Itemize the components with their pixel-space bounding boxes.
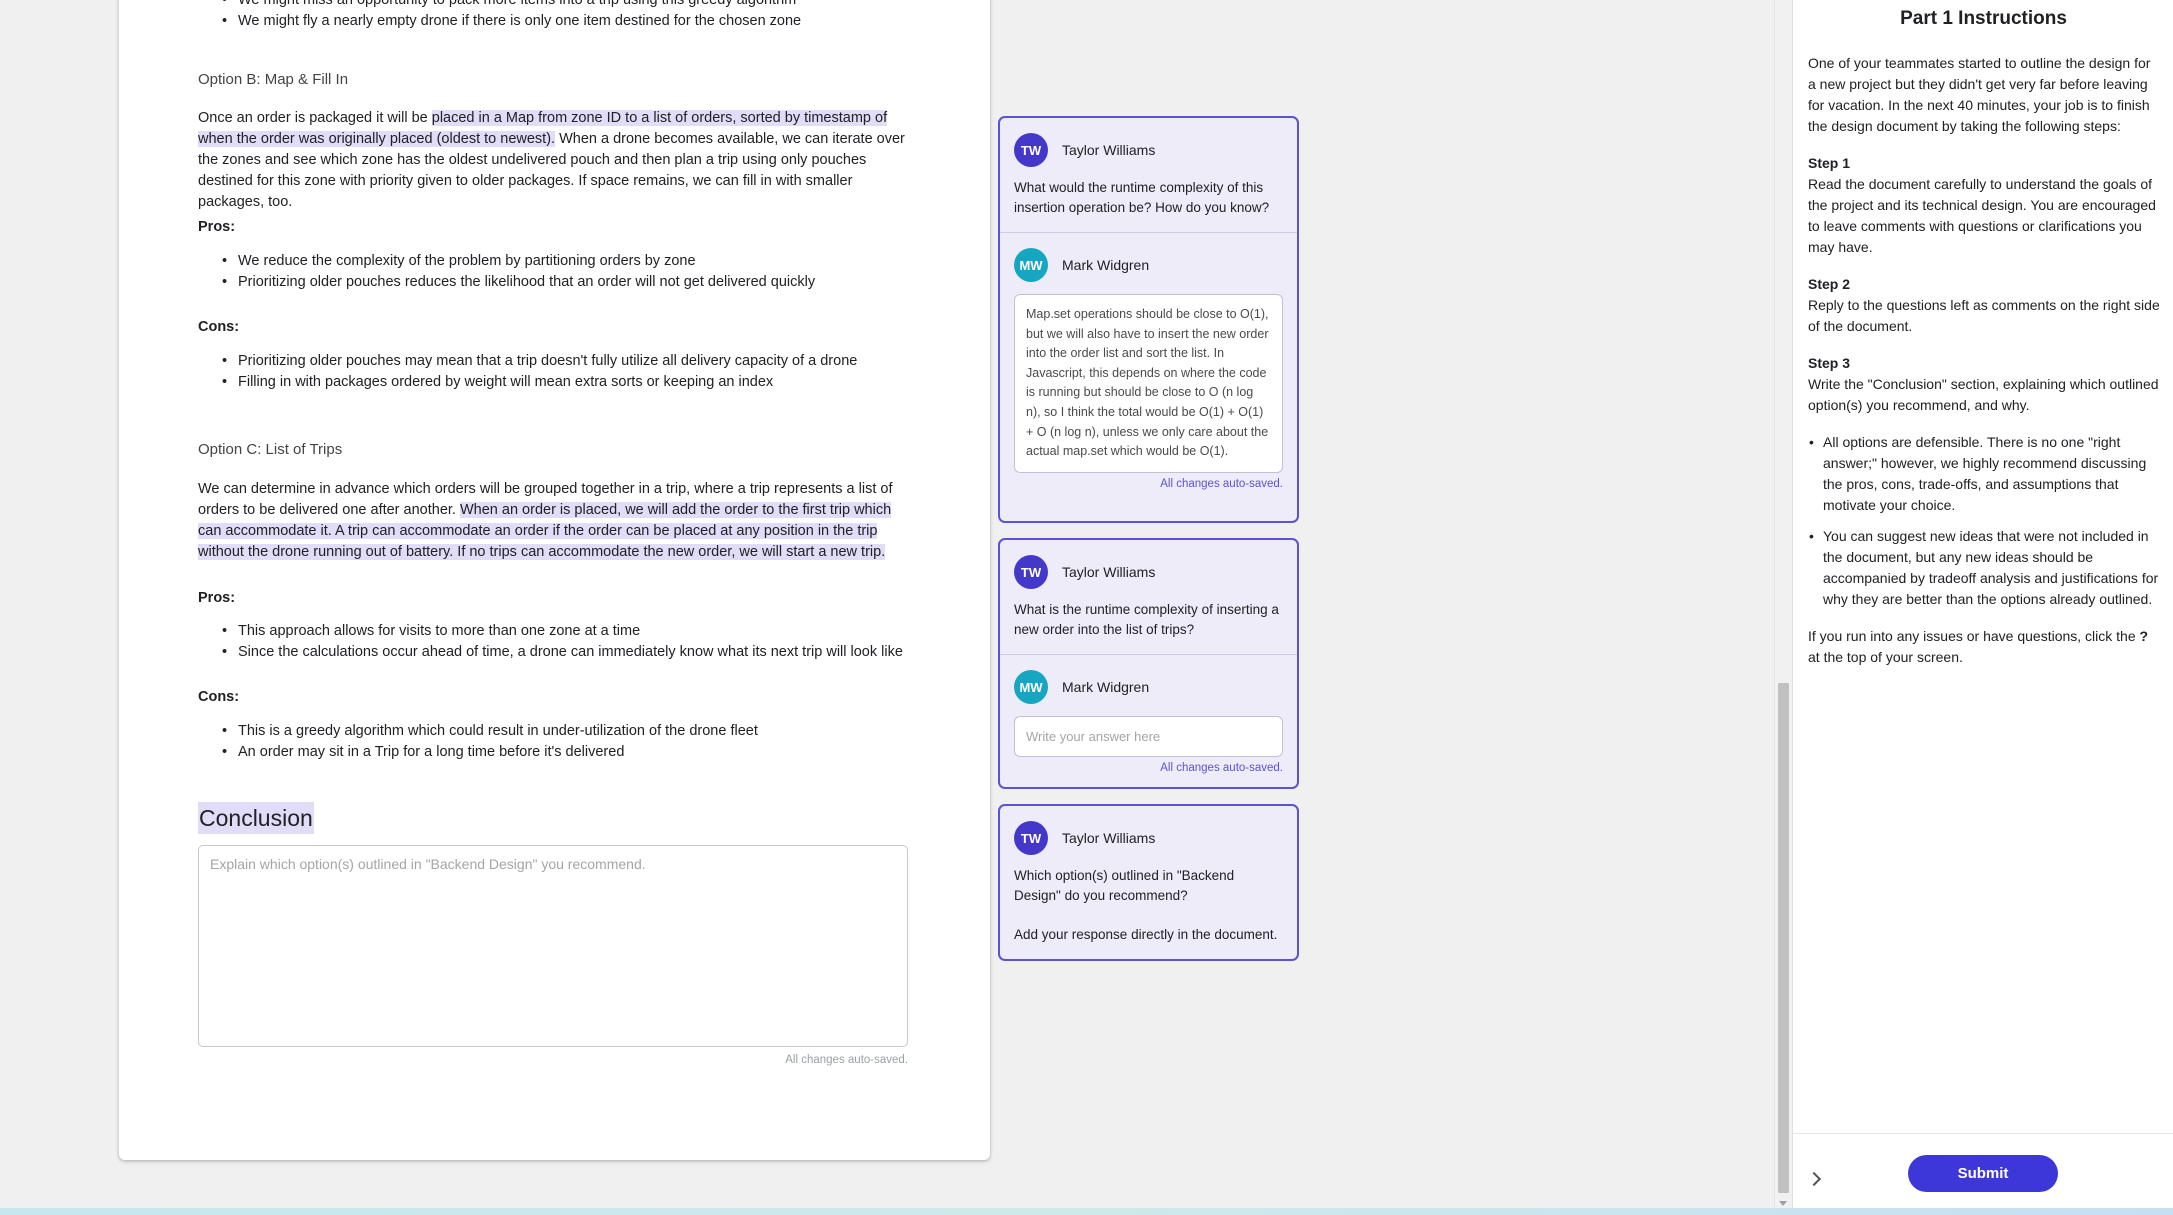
avatar: TW [1014,133,1048,167]
comment-author: Taylor Williams [1062,142,1156,158]
chevron-right-icon[interactable] [1806,1171,1822,1187]
help-text: If you run into any issues or have quest… [1808,628,2149,665]
list-item: We reduce the complexity of the problem … [198,251,908,272]
option-b-pros-list: We reduce the complexity of the problem … [198,251,908,293]
option-b-cons-list: Prioritizing older pouches may mean that… [198,351,908,393]
option-b-paragraph: Once an order is packaged it will be pla… [198,110,905,210]
option-c-paragraph: We can determine in advance which orders… [198,481,893,560]
avatar: MW [1014,248,1048,282]
option-c-pros-list: This approach allows for visits to more … [198,621,908,663]
list-item: We might fly a nearly empty drone if the… [198,11,908,32]
step-1-label: Step 1 [1808,155,1851,171]
step-2-label: Step 2 [1808,276,1851,292]
comment-thread-2[interactable]: TW Taylor Williams What is the runtime c… [998,538,1299,789]
reply-author: Mark Widgren [1062,257,1150,273]
comment-note: Add your response directly in the docume… [1014,927,1278,942]
list-item: You can suggest new ideas that were not … [1808,526,2160,610]
autosave-status: All changes auto-saved. [1160,477,1283,490]
list-item: We might miss an opportunity to pack mor… [198,0,908,11]
comment-header: TW Taylor Williams [1000,821,1297,855]
design-document: We might miss an opportunity to pack mor… [119,0,990,1160]
option-c-title: Option C: List of Trips [198,441,343,458]
option-b-pros-label: Pros: [198,219,236,235]
arrow-down-icon[interactable] [1779,1201,1787,1206]
option-c-cons-list: This is a greedy algorithm which could r… [198,721,908,763]
comment-thread-1[interactable]: TW Taylor Williams What would the runtim… [998,116,1299,523]
divider [1000,654,1297,655]
answer-field[interactable]: Map.set operations should be close to O(… [1014,294,1283,473]
comment-question: What would the runtime complexity of thi… [1014,180,1270,215]
avatar: TW [1014,555,1048,589]
list-item: An order may sit in a Trip for a long ti… [198,742,908,763]
help-icon: ? [2139,628,2149,644]
conclusion-heading-wrap: Conclusion [198,802,908,834]
autosave-status: All changes auto-saved. [1160,762,1283,774]
scrollbar[interactable] [1774,0,1791,1208]
list-item: This approach allows for visits to more … [198,621,908,642]
comment-header: TW Taylor Williams [1000,133,1297,167]
comment-question: Which option(s) outlined in "Backend Des… [1014,868,1235,903]
comment-author: Taylor Williams [1062,564,1156,580]
list-item: Since the calculations occur ahead of ti… [198,642,908,663]
reply-header: MW Mark Widgren [1000,670,1297,704]
avatar: TW [1014,821,1048,855]
list-item: Prioritizing older pouches reduces the l… [198,272,908,293]
instructions-body: One of your teammates started to outline… [1808,53,2160,668]
list-item: Filling in with packages ordered by weig… [198,372,908,393]
step-3-label: Step 3 [1808,355,1851,371]
comment-thread-3[interactable]: TW Taylor Williams Which option(s) outli… [998,804,1299,961]
autosave-status: All changes auto-saved. [785,1054,908,1066]
guidance-list: All options are defensible. There is no … [1808,432,2160,610]
panel-title: Part 1 Instructions [1900,8,2067,29]
list-item: This is a greedy algorithm which could r… [198,721,908,742]
comment-question: What is the runtime complexity of insert… [1014,602,1279,637]
step-3-text: Write the "Conclusion" section, explaini… [1808,376,2159,413]
submit-button[interactable]: Submit [1908,1155,2058,1192]
divider [1000,232,1297,233]
instructions-panel: Part 1 Instructions One of your teammate… [1792,0,2173,1208]
option-c-cons-label: Cons: [198,689,240,705]
scrollbar-thumb[interactable] [1778,683,1789,1193]
option-c-pros-label: Pros: [198,590,236,606]
bottom-bar [0,1208,2173,1215]
conclusion-editor[interactable] [198,845,908,1047]
answer-field[interactable] [1014,716,1283,757]
step-2-text: Reply to the questions left as comments … [1808,297,2160,334]
list-item: Prioritizing older pouches may mean that… [198,351,908,372]
step-1-text: Read the document carefully to understan… [1808,176,2156,255]
avatar: MW [1014,670,1048,704]
option-b-title: Option B: Map & Fill In [198,71,349,88]
answer-input[interactable] [1026,729,1271,744]
list-item: All options are defensible. There is no … [1808,432,2160,516]
option-b-cons-label: Cons: [198,319,240,335]
panel-footer: Submit [1793,1133,2173,1208]
reply-header: MW Mark Widgren [1000,248,1297,282]
conclusion-input[interactable] [210,856,896,1036]
conclusion-heading: Conclusion [198,802,314,834]
prev-cons-list: We might miss an opportunity to pack mor… [198,0,908,32]
comment-header: TW Taylor Williams [1000,555,1297,589]
comment-author: Taylor Williams [1062,830,1156,846]
intro-text: One of your teammates started to outline… [1808,55,2151,134]
reply-author: Mark Widgren [1062,679,1150,695]
